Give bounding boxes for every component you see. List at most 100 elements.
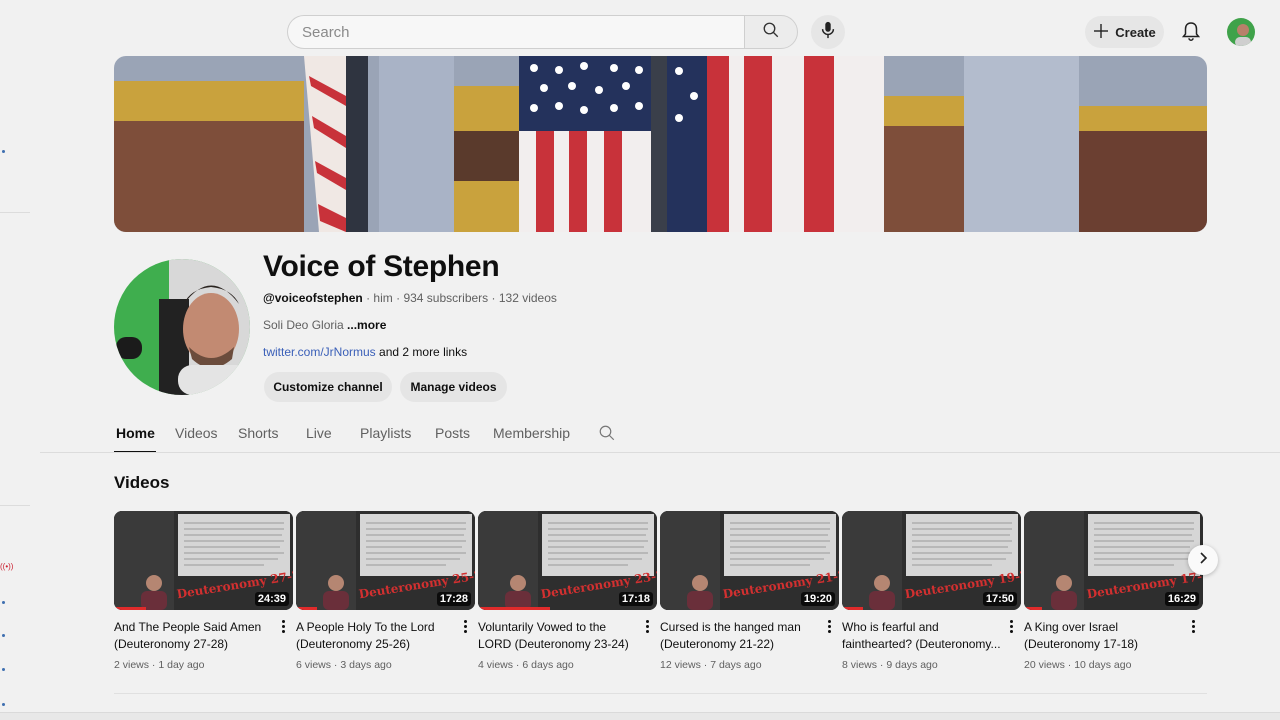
manage-videos-button[interactable]: Manage videos (400, 372, 507, 402)
tab-videos[interactable]: Videos (175, 425, 218, 441)
plus-icon (1093, 23, 1109, 42)
video-duration: 17:50 (982, 592, 1017, 606)
upload-age: 7 days ago (710, 659, 762, 671)
channel-avatar[interactable] (114, 259, 250, 395)
upload-age: 6 days ago (522, 659, 574, 671)
search-input[interactable] (287, 15, 744, 49)
video-meta: 4 views · 6 days ago (478, 659, 657, 671)
video-count: 132 videos (498, 291, 557, 305)
video-menu-button[interactable] (277, 617, 289, 635)
sidebar-indicator-dot (2, 601, 5, 604)
video-title[interactable]: And The People Said Amen (Deuteronomy 27… (114, 619, 274, 653)
tab-posts[interactable]: Posts (435, 425, 470, 441)
channel-links: twitter.com/JrNormus and 2 more links (263, 345, 467, 359)
video-title[interactable]: A People Holy To the Lord (Deuteronomy 2… (296, 619, 456, 653)
microphone-icon (820, 21, 836, 44)
video-card[interactable]: Deuteronomy 25-26 17:28 A People Holy To t… (296, 511, 475, 671)
customize-channel-button[interactable]: Customize channel (264, 372, 392, 402)
video-title[interactable]: Voluntarily Vowed to the LORD (Deuterono… (478, 619, 638, 653)
live-icon: ((•)) (0, 562, 14, 571)
view-count: 12 views (660, 659, 701, 671)
description-more-link[interactable]: ...more (347, 318, 386, 332)
video-menu-button[interactable] (641, 617, 653, 635)
video-card[interactable]: Deuteronomy 21-22 19:20 Cursed is the hang… (660, 511, 839, 671)
shelf-next-button[interactable] (1188, 545, 1218, 575)
more-vert-icon (827, 619, 831, 633)
page-bottom-edge (0, 712, 1280, 720)
create-label: Create (1115, 24, 1156, 40)
watch-progress-bar (114, 607, 147, 610)
upload-age: 3 days ago (340, 659, 392, 671)
notifications-button[interactable] (1178, 20, 1204, 46)
section-title[interactable]: Videos (114, 473, 169, 493)
upload-age: 9 days ago (886, 659, 938, 671)
upload-age: 10 days ago (1074, 659, 1132, 671)
create-button[interactable]: Create (1085, 16, 1164, 48)
video-duration: 24:39 (254, 592, 289, 606)
tab-membership[interactable]: Membership (493, 425, 570, 441)
sidebar-indicator-dot (2, 150, 5, 153)
video-duration: 17:28 (436, 592, 471, 606)
subscriber-count: 934 subscribers (403, 291, 489, 305)
video-title[interactable]: Who is fearful and fainthearted? (Deuter… (842, 619, 1002, 653)
sidebar-divider (0, 212, 30, 213)
video-title[interactable]: Cursed is the hanged man (Deuteronomy 21… (660, 619, 820, 653)
video-meta: 2 views · 1 day ago (114, 659, 293, 671)
tab-shorts[interactable]: Shorts (238, 425, 278, 441)
video-card[interactable]: Deuteronomy 19-20 17:50 Who is fearful and… (842, 511, 1021, 671)
channel-search-button[interactable] (598, 424, 616, 447)
search-button[interactable] (744, 15, 798, 49)
channel-meta: @voiceofstephen · him · 934 subscribers … (263, 291, 557, 305)
sidebar-divider (0, 505, 30, 506)
channel-handle: @voiceofstephen (263, 291, 363, 305)
video-menu-button[interactable] (823, 617, 835, 635)
section-divider (114, 693, 1207, 694)
more-links-button[interactable]: and 2 more links (379, 345, 467, 359)
channel-name: Voice of Stephen (263, 250, 500, 283)
left-sidebar-edge: ((•)) (0, 0, 30, 720)
more-vert-icon (463, 619, 467, 633)
meta-separator: · (877, 659, 887, 671)
watch-progress-bar (296, 607, 318, 610)
video-card[interactable]: Deuteronomy 27-28 24:39 And The People Sai… (114, 511, 293, 671)
video-card[interactable]: Deuteronomy 23-24 17:18 Voluntarily Vowed … (478, 511, 657, 671)
tab-home[interactable]: Home (116, 425, 155, 441)
channel-description[interactable]: Soli Deo Gloria ...more (263, 318, 386, 332)
tab-playlists[interactable]: Playlists (360, 425, 411, 441)
meta-separator: · (331, 659, 341, 671)
sidebar-indicator-dot (2, 668, 5, 671)
view-count: 6 views (296, 659, 332, 671)
channel-pronoun: him (373, 291, 393, 305)
video-thumbnail[interactable]: Deuteronomy 19-20 17:50 (842, 511, 1021, 610)
video-thumbnail[interactable]: Deuteronomy 21-22 19:20 (660, 511, 839, 610)
tab-live[interactable]: Live (306, 425, 332, 441)
description-text: Soli Deo Gloria (263, 318, 344, 332)
sidebar-indicator-dot (2, 634, 5, 637)
video-menu-button[interactable] (459, 617, 471, 635)
video-card[interactable]: Deuteronomy 17-18 16:29 A King over Israel… (1024, 511, 1203, 671)
video-menu-button[interactable] (1005, 617, 1017, 635)
twitter-link[interactable]: twitter.com/JrNormus (263, 345, 376, 359)
account-avatar[interactable] (1227, 18, 1255, 46)
more-vert-icon (645, 619, 649, 633)
channel-banner (114, 56, 1207, 232)
video-thumbnail[interactable]: Deuteronomy 25-26 17:28 (296, 511, 475, 610)
more-vert-icon (281, 619, 285, 633)
voice-search-button[interactable] (811, 15, 845, 49)
chevron-right-icon (1197, 551, 1209, 569)
upload-age: 1 day ago (158, 659, 205, 671)
view-count: 20 views (1024, 659, 1065, 671)
watch-progress-bar (842, 607, 864, 610)
view-count: 8 views (842, 659, 878, 671)
search-icon (762, 21, 780, 44)
meta-separator: · (700, 659, 711, 671)
video-title[interactable]: A King over Israel (Deuteronomy 17-18) (1024, 619, 1184, 653)
view-count: 4 views (478, 659, 514, 671)
video-thumbnail[interactable]: Deuteronomy 27-28 24:39 (114, 511, 293, 610)
video-thumbnail[interactable]: Deuteronomy 17-18 16:29 (1024, 511, 1203, 610)
video-menu-button[interactable] (1187, 617, 1199, 635)
meta-separator: · (513, 659, 523, 671)
video-thumbnail[interactable]: Deuteronomy 23-24 17:18 (478, 511, 657, 610)
meta-separator: · (491, 291, 499, 305)
sidebar-indicator-dot (2, 703, 5, 706)
